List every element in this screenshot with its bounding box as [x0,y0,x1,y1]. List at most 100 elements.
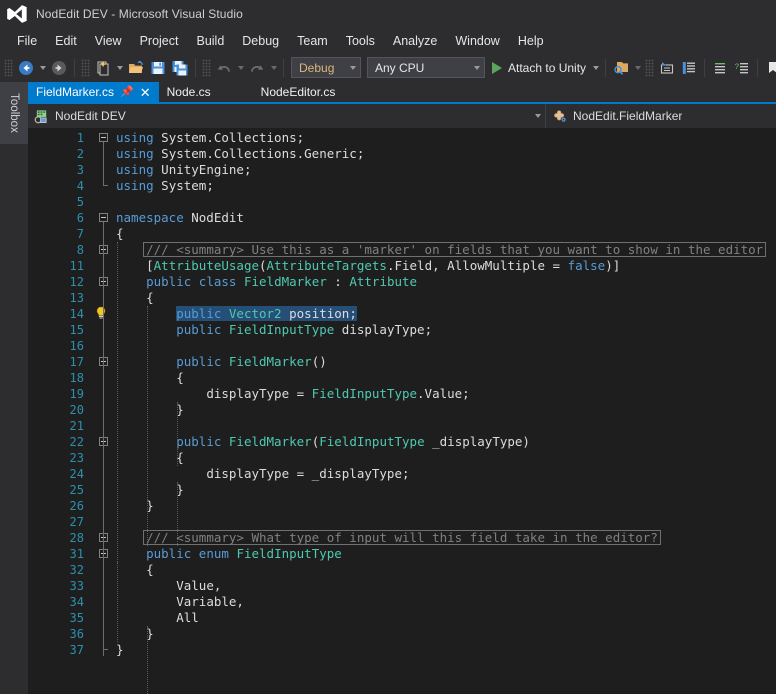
menu-view[interactable]: View [86,31,131,51]
menu-help[interactable]: Help [509,31,553,51]
code-line[interactable]: { [116,370,776,386]
code-line[interactable]: } [116,626,776,642]
code-line[interactable]: public FieldInputType displayType; [116,322,776,338]
code-token: FieldMarker [228,434,312,449]
tab-nodeeditor-cs[interactable]: NodeEditor.cs [253,82,344,102]
project-selector-combo[interactable]: NodEdit DEV [28,104,546,128]
code-token: position; [281,306,357,321]
toolbar-grip[interactable] [4,58,13,77]
code-line[interactable]: /// <summary> Use this as a 'marker' on … [116,242,776,258]
navigate-forward-icon[interactable] [48,57,70,79]
menu-window[interactable]: Window [446,31,508,51]
toolbar-grip-4[interactable] [645,58,655,77]
chevron-down-icon [350,65,356,70]
solution-platform-combo[interactable]: Any CPU [367,57,485,78]
code-line[interactable]: Value, [116,578,776,594]
error-list-icon[interactable] [709,57,731,79]
toolbox-tab[interactable]: Toolbox [0,82,28,144]
menu-file[interactable]: File [8,31,46,51]
find-in-files-icon[interactable] [610,57,632,79]
code-line[interactable]: public class FieldMarker : Attribute [116,274,776,290]
code-line[interactable]: [AttributeUsage(AttributeTargets.Field, … [116,258,776,274]
new-project-icon[interactable] [92,57,114,79]
menu-edit[interactable]: Edit [46,31,86,51]
solution-configuration-combo[interactable]: Debug [291,57,361,78]
navigate-back-icon[interactable] [15,57,37,79]
start-debug-button[interactable]: Attach to Unity [488,57,590,79]
line-number: 6 [76,211,84,225]
output-window-icon[interactable]: ? [731,57,753,79]
collapse-region-icon[interactable] [99,213,108,222]
menu-debug[interactable]: Debug [233,31,288,51]
menu-analyze[interactable]: Analyze [384,31,446,51]
collapse-region-icon[interactable] [99,133,108,142]
tab-fieldmarker-cs[interactable]: FieldMarker.cs 📌 ✕ [28,82,159,102]
code-token: { [116,226,124,241]
code-editor[interactable]: 1 2 3 4 5 6 7 8 11 12 13 14 15 16 17 18 19 20 21 22 23 24 25 26… [28,128,776,694]
code-line[interactable] [116,514,776,530]
menu-project[interactable]: Project [131,31,188,51]
code-line[interactable]: public enum FieldInputType [116,546,776,562]
code-line[interactable]: using System.Collections; [116,130,776,146]
code-line[interactable]: { [116,450,776,466]
code-text-area[interactable]: using System.Collections; using System.Co… [116,128,776,694]
code-line[interactable]: All [116,610,776,626]
code-token: System.Collections; [153,130,305,145]
redo-icon[interactable] [246,57,268,79]
undo-dropdown[interactable] [235,57,246,79]
navigate-back-dropdown[interactable] [37,57,48,79]
code-line[interactable]: } [116,482,776,498]
code-line[interactable]: using System; [116,178,776,194]
code-line[interactable]: Variable, [116,594,776,610]
close-icon[interactable]: ✕ [140,86,151,99]
code-line[interactable]: using UnityEngine; [116,162,776,178]
save-icon[interactable] [147,57,169,79]
redo-dropdown[interactable] [268,57,279,79]
lightbulb-icon[interactable] [94,306,108,320]
code-line[interactable] [116,338,776,354]
code-line[interactable]: /// <summary> What type of input will th… [116,530,776,546]
code-line[interactable]: using System.Collections.Generic; [116,146,776,162]
project-selector-dropdown[interactable] [529,114,541,118]
code-line[interactable]: namespace NodEdit [116,210,776,226]
selected-text: public Vector2 position; [176,306,357,321]
open-file-icon[interactable] [125,57,147,79]
outlining-margin[interactable] [90,128,116,694]
code-line[interactable]: displayType = _displayType; [116,466,776,482]
code-line[interactable] [116,418,776,434]
menu-tools[interactable]: Tools [337,31,384,51]
menu-team[interactable]: Team [288,31,337,51]
undo-icon[interactable] [213,57,235,79]
code-token: { [146,290,154,305]
code-token: namespace [116,210,184,225]
code-line[interactable]: public Vector2 position; [116,306,776,322]
code-line[interactable]: public FieldMarker(FieldInputType _displ… [116,434,776,450]
line-number: 31 [69,547,84,561]
code-line[interactable]: public FieldMarker() [116,354,776,370]
start-debug-dropdown[interactable] [590,57,601,79]
code-line[interactable]: } [116,642,776,658]
tab-node-cs[interactable]: Node.cs [159,82,219,102]
toolbar-grip-2[interactable] [81,58,90,77]
line-number: 13 [69,291,84,305]
code-line[interactable]: { [116,226,776,242]
indent-guide [117,562,118,642]
code-line[interactable]: displayType = FieldInputType.Value; [116,386,776,402]
code-line[interactable]: } [116,498,776,514]
bookmark-icon[interactable] [762,57,776,79]
properties-window-icon[interactable] [678,57,700,79]
toolbar-grip-3[interactable] [202,58,211,77]
solution-explorer-icon[interactable] [656,57,678,79]
find-dropdown[interactable] [632,57,643,79]
new-project-dropdown[interactable] [114,57,125,79]
pin-icon[interactable]: 📌 [120,86,134,98]
code-line[interactable]: } [116,402,776,418]
member-selector-combo[interactable]: NodEdit.FieldMarker [546,104,776,128]
line-number: 16 [69,339,84,353]
save-all-icon[interactable] [169,57,191,79]
code-line[interactable]: { [116,562,776,578]
code-line[interactable]: { [116,290,776,306]
code-line[interactable] [116,194,776,210]
code-token: FieldInputType [319,434,425,449]
menu-build[interactable]: Build [187,31,233,51]
